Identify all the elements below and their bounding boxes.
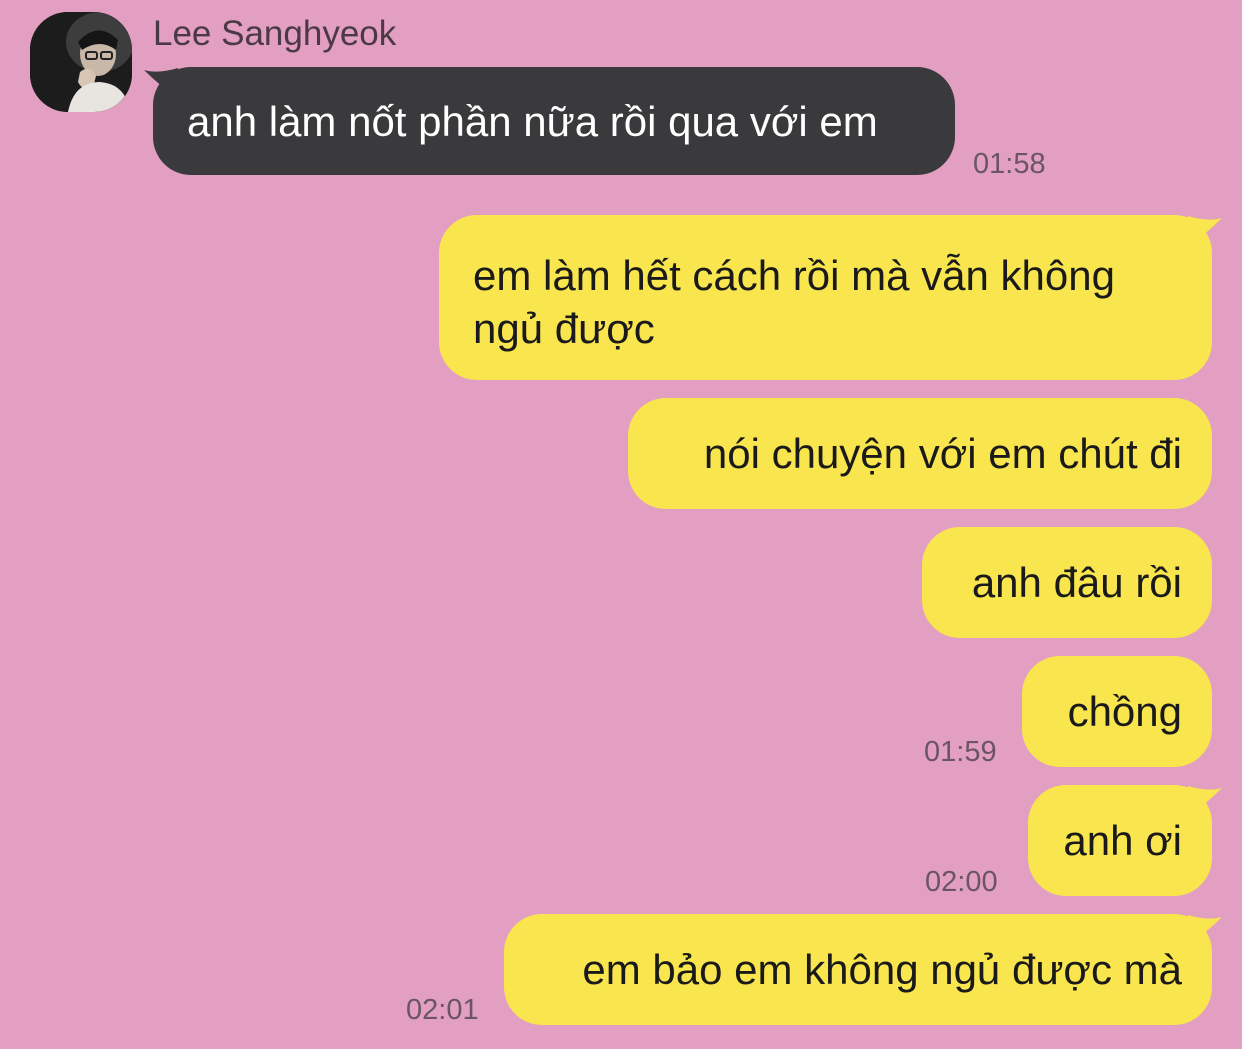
sender-name: Lee Sanghyeok [153,14,397,53]
contact-avatar[interactable] [30,12,132,112]
message-text: nói chuyện với em chút đi [703,430,1182,477]
message-bubble-incoming[interactable]: anh làm nốt phần nữa rồi qua với em [153,67,955,175]
outgoing-bubble-tail [1188,915,1222,945]
message-bubble-outgoing[interactable]: anh ơi [1028,785,1212,896]
message-bubble-outgoing[interactable]: anh đâu rồi [922,527,1212,638]
message-text: anh ơi [1063,817,1182,864]
outgoing-bubble-tail [1188,216,1222,246]
message-text: chồng [1067,688,1182,735]
message-text: em làm hết cách rồi mà vẫn không ngủ đượ… [473,252,1115,352]
message-timestamp: 02:00 [925,866,998,898]
message-text: anh đâu rồi [971,559,1182,606]
message-bubble-outgoing[interactable]: em bảo em không ngủ được mà [504,914,1212,1025]
message-bubble-outgoing[interactable]: em làm hết cách rồi mà vẫn không ngủ đượ… [439,215,1212,380]
message-timestamp: 01:58 [973,148,1046,180]
message-bubble-outgoing[interactable]: chồng [1022,656,1212,767]
message-timestamp: 01:59 [924,736,997,768]
outgoing-bubble-tail [1188,786,1222,816]
chat-thread: Lee Sanghyeok anh làm nốt phần nữa rồi q… [0,0,1242,1049]
message-text: anh làm nốt phần nữa rồi qua với em [187,97,878,145]
message-bubble-outgoing[interactable]: nói chuyện với em chút đi [628,398,1212,509]
message-timestamp: 02:01 [406,994,479,1026]
message-text: em bảo em không ngủ được mà [582,946,1182,993]
profile-photo-icon [30,12,132,112]
